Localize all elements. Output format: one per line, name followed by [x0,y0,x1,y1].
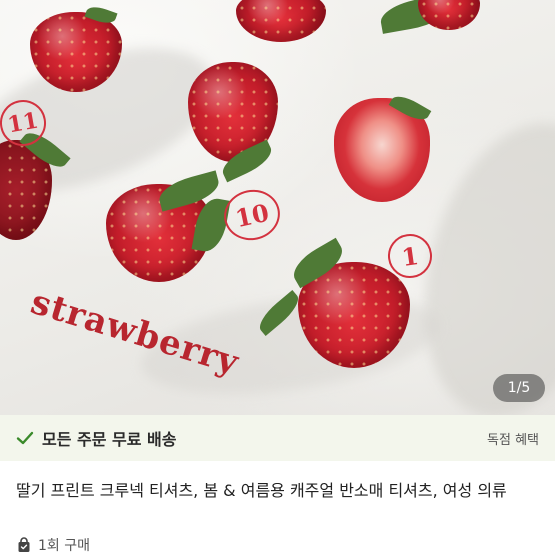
purchase-count-label: 1회 구매 [38,538,90,554]
product-title: 딸기 프린트 크루넥 티셔츠, 봄 & 여름용 캐주얼 반소매 티셔츠, 여성 … [16,481,507,500]
free-shipping-banner[interactable]: 모든 주문 무료 배송 독점 혜택 [0,415,555,461]
number-label: 1 [399,240,421,272]
banner-left: 모든 주문 무료 배송 [16,426,176,450]
image-counter: 1/5 [493,374,545,402]
number-label: 10 [232,197,272,233]
check-icon [16,429,34,447]
exclusive-benefit-link[interactable]: 독점 혜택 [487,429,539,448]
product-image-gallery[interactable]: 11 10 1 strawberry 1/5 [0,0,555,415]
shopping-bag-icon [16,537,32,553]
purchase-count: 1회 구매 [16,535,90,555]
strawberry-illustration [418,0,480,30]
number-label: 11 [5,107,41,139]
strawberry-illustration [236,0,326,42]
number-circle: 10 [219,184,285,246]
banner-text: 모든 주문 무료 배송 [42,430,177,449]
